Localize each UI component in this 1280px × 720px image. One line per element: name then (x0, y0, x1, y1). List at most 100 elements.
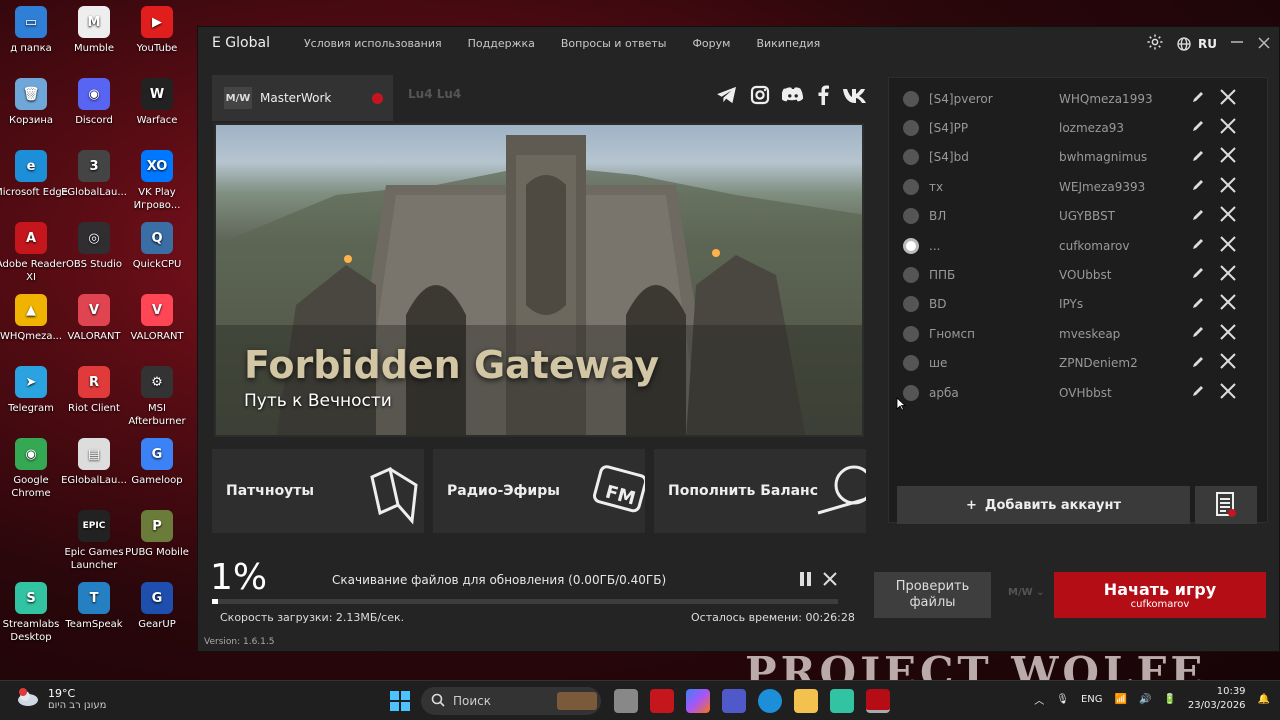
edit-pencil-icon[interactable] (1191, 383, 1205, 402)
delete-account-icon[interactable] (1219, 352, 1237, 374)
minimize-icon[interactable] (1229, 34, 1245, 54)
account-radio[interactable] (903, 325, 919, 342)
account-radio[interactable] (903, 178, 919, 195)
streamlabs-taskbar-icon[interactable] (830, 689, 854, 713)
edit-pencil-icon[interactable] (1191, 177, 1205, 196)
top-up-balance-card[interactable]: Пополнить Баланс (654, 449, 866, 533)
account-radio[interactable] (903, 149, 919, 166)
delete-account-icon[interactable] (1219, 176, 1237, 198)
account-row[interactable]: BD IPYs (889, 290, 1267, 319)
desktop-icon[interactable]: P PUBG Mobile (120, 510, 194, 559)
volume-icon[interactable]: 🔊 (1139, 694, 1151, 705)
nav-forum[interactable]: Форум (692, 37, 730, 50)
vk-icon[interactable] (842, 87, 868, 107)
desktop-icon[interactable]: G Gameloop (120, 438, 194, 487)
input-language[interactable]: ENG (1081, 694, 1103, 705)
nav-terms[interactable]: Условия использования (304, 37, 442, 50)
add-account-button[interactable]: + Добавить аккаунт (897, 486, 1190, 524)
patch-notes-card[interactable]: Патчноуты (212, 449, 424, 533)
account-row[interactable]: тх WEJmeza9393 (889, 172, 1267, 201)
wifi-icon[interactable]: 📶 (1115, 694, 1127, 705)
start-game-account: cufkomarov (1130, 599, 1190, 610)
settings-gear-icon[interactable] (1146, 33, 1164, 55)
edit-pencil-icon[interactable] (1191, 118, 1205, 137)
instagram-icon[interactable] (750, 85, 770, 109)
teams-icon[interactable] (722, 689, 746, 713)
desktop-icon[interactable]: V VALORANT (120, 294, 194, 343)
account-radio[interactable] (903, 296, 919, 313)
account-radio[interactable] (903, 266, 919, 283)
notifications-icon[interactable]: 🔔 (1258, 694, 1270, 705)
edge-taskbar-icon[interactable] (758, 689, 782, 713)
account-row[interactable]: [S4]pveror WHQmeza1993 (889, 84, 1267, 113)
account-row[interactable]: ППБ VOUbbst (889, 260, 1267, 289)
delete-account-icon[interactable] (1219, 205, 1237, 227)
account-row[interactable]: [S4]PP lozmeza93 (889, 113, 1267, 142)
account-radio[interactable] (903, 90, 919, 107)
radio-card[interactable]: Радио-Эфиры FM (433, 449, 645, 533)
server-select[interactable]: M/W ⌄ (1008, 587, 1045, 598)
weather-widget[interactable]: 19°C מעונן רב היום (16, 687, 106, 711)
delete-account-icon[interactable] (1219, 117, 1237, 139)
delete-account-icon[interactable] (1219, 323, 1237, 345)
account-radio[interactable] (903, 208, 919, 225)
nav-faq[interactable]: Вопросы и ответы (561, 37, 667, 50)
facebook-icon[interactable] (816, 85, 830, 109)
close-icon[interactable] (1257, 35, 1271, 54)
edit-pencil-icon[interactable] (1191, 236, 1205, 255)
edit-pencil-icon[interactable] (1191, 354, 1205, 373)
windows-start-icon[interactable] (390, 691, 410, 715)
file-explorer-icon[interactable] (794, 689, 818, 713)
eglobal-taskbar-icon[interactable] (866, 689, 890, 713)
desktop-icon[interactable]: G GearUP (120, 582, 194, 631)
chevron-up-icon[interactable]: ︿ (1034, 692, 1044, 707)
adobe-reader-taskbar-icon[interactable] (650, 689, 674, 713)
account-row[interactable]: арба OVHbbst (889, 378, 1267, 407)
edit-pencil-icon[interactable] (1191, 295, 1205, 314)
news-banner[interactable]: Forbidden Gateway Путь к Вечности (214, 123, 864, 437)
task-view-icon[interactable] (614, 689, 638, 713)
battery-icon[interactable]: 🔋 (1163, 694, 1175, 705)
account-row[interactable]: Гномсп mveskeap (889, 319, 1267, 348)
cancel-download-icon[interactable] (822, 571, 838, 591)
account-radio[interactable] (903, 237, 919, 254)
edit-pencil-icon[interactable] (1191, 207, 1205, 226)
account-row[interactable]: ВЛ UGYBBST (889, 202, 1267, 231)
delete-account-icon[interactable] (1219, 382, 1237, 404)
taskbar-search[interactable]: Поиск (421, 687, 601, 715)
account-radio[interactable] (903, 119, 919, 136)
edit-pencil-icon[interactable] (1191, 324, 1205, 343)
tab-masterwork[interactable]: M/W MasterWork (212, 75, 393, 121)
delete-account-icon[interactable] (1219, 235, 1237, 257)
desktop-app-icon: ◉ (15, 438, 47, 470)
nav-wiki[interactable]: Википедия (756, 37, 820, 50)
account-list-button[interactable] (1195, 486, 1257, 524)
discord-icon[interactable] (781, 86, 804, 108)
check-files-button[interactable]: Проверить файлы (874, 572, 991, 618)
language-selector[interactable]: RU (1176, 36, 1217, 52)
telegram-icon[interactable] (716, 86, 738, 108)
delete-account-icon[interactable] (1219, 146, 1237, 168)
edit-pencil-icon[interactable] (1191, 148, 1205, 167)
microphone-icon[interactable]: 🎙 (1056, 694, 1069, 705)
edit-pencil-icon[interactable] (1191, 265, 1205, 284)
desktop-icon[interactable]: Q QuickCPU (120, 222, 194, 271)
edit-pencil-icon[interactable] (1191, 89, 1205, 108)
account-radio[interactable] (903, 355, 919, 372)
desktop-icon[interactable]: XO VK Play Игрово... (120, 150, 194, 212)
desktop-icon[interactable]: ⚙ MSI Afterburner (120, 366, 194, 428)
tab-lu4[interactable]: Lu4 Lu4 (408, 87, 461, 101)
delete-account-icon[interactable] (1219, 264, 1237, 286)
account-row[interactable]: ше ZPNDeniem2 (889, 349, 1267, 378)
delete-account-icon[interactable] (1219, 88, 1237, 110)
delete-account-icon[interactable] (1219, 293, 1237, 315)
start-game-button[interactable]: Начать игру cufkomarov (1054, 572, 1266, 618)
clock[interactable]: 10:39 23/03/2026 (1188, 685, 1246, 713)
account-row[interactable]: [S4]bd bwhmagnimus (889, 143, 1267, 172)
pause-icon[interactable] (798, 571, 814, 591)
desktop-icon[interactable]: ▶ YouTube (120, 6, 194, 55)
nav-support[interactable]: Поддержка (468, 37, 535, 50)
account-row[interactable]: ... cufkomarov (889, 231, 1267, 260)
copilot-icon[interactable] (686, 689, 710, 713)
desktop-icon[interactable]: W Warface (120, 78, 194, 127)
